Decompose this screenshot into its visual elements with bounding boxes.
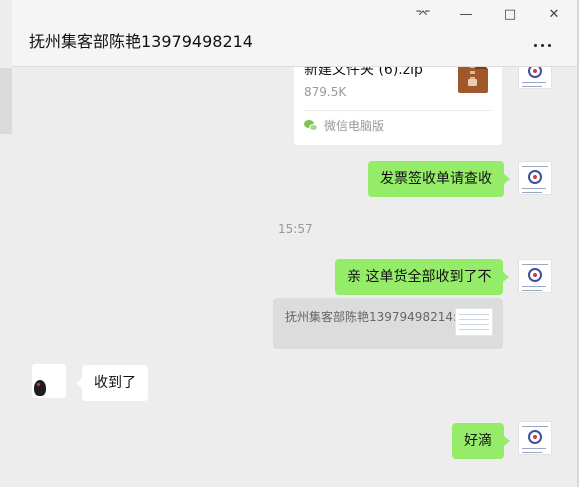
avatar[interactable] bbox=[32, 364, 66, 398]
minimize-icon[interactable]: — bbox=[455, 4, 477, 24]
file-size: 879.5K bbox=[304, 85, 347, 99]
divider bbox=[304, 110, 492, 111]
message-bubble-sent[interactable]: 亲 这单货全部收到了不 bbox=[335, 259, 510, 295]
message-area[interactable]: 新建文件夹 (6).zip 879.5K 微信电脑版 发票签收单请查收 15:5… bbox=[12, 67, 577, 487]
timestamp: 15:57 bbox=[278, 222, 313, 236]
zip-file-icon bbox=[458, 67, 488, 93]
more-icon[interactable] bbox=[530, 36, 554, 54]
chat-title: 抚州集客部陈艳13979498214 bbox=[29, 32, 253, 51]
conversation-list-edge bbox=[0, 0, 12, 487]
quoted-message[interactable]: 抚州集客部陈艳13979498214: bbox=[273, 298, 503, 349]
file-name: 新建文件夹 (6).zip bbox=[304, 67, 423, 78]
selected-conversation-highlight[interactable] bbox=[0, 68, 12, 134]
quote-text: 抚州集客部陈艳13979498214: bbox=[285, 310, 458, 324]
maximize-icon[interactable]: □ bbox=[499, 4, 521, 24]
avatar[interactable] bbox=[518, 421, 552, 455]
message-bubble-sent[interactable]: 好滴 bbox=[452, 423, 510, 459]
avatar[interactable] bbox=[518, 259, 552, 293]
pin-icon[interactable]: ⌤ bbox=[412, 4, 434, 24]
close-icon[interactable]: ✕ bbox=[543, 4, 565, 24]
quote-thumbnail bbox=[455, 308, 493, 336]
message-bubble-received[interactable]: 收到了 bbox=[76, 365, 148, 401]
message-bubble-sent[interactable]: 发票签收单请查收 bbox=[368, 161, 510, 197]
file-source: 微信电脑版 bbox=[304, 117, 384, 134]
avatar[interactable] bbox=[518, 161, 552, 195]
chat-header: 抚州集客部陈艳13979498214 ⌤ — □ ✕ bbox=[12, 0, 577, 67]
file-message[interactable]: 新建文件夹 (6).zip 879.5K 微信电脑版 bbox=[294, 67, 502, 145]
wechat-icon bbox=[304, 119, 318, 132]
avatar[interactable] bbox=[518, 67, 552, 89]
file-source-label: 微信电脑版 bbox=[324, 119, 385, 133]
